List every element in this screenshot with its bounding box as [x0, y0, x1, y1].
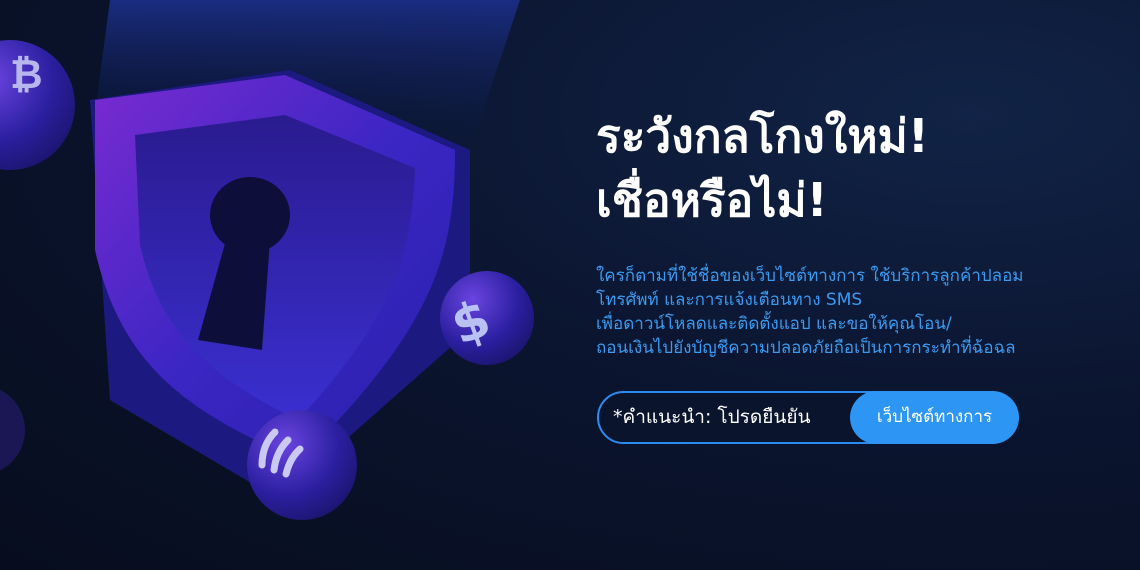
verify-pill: *คำแนะนำ: โปรดยืนยัน เว็บไซต์ทางการ — [597, 391, 1019, 444]
warning-text: ใครก็ตามที่ใช้ชื่อของเว็บไซต์ทางการ ใช้บ… — [596, 264, 1116, 360]
advice-label: *คำแนะนำ: โปรดยืนยัน — [613, 406, 811, 428]
dollar-coin-icon: $ — [440, 271, 534, 365]
warning-line-1: ใครก็ตามที่ใช้ชื่อของเว็บไซต์ทางการ ใช้บ… — [596, 266, 1024, 286]
nfc-coin-icon — [247, 410, 357, 520]
warning-line-3: เพื่อดาวน์โหลดและติดตั้งแอป และขอให้คุณโ… — [596, 314, 952, 334]
headline-line-2: เชื่อหรือไม่! — [596, 173, 828, 227]
svg-text:₿: ₿ — [10, 52, 43, 98]
warning-line-4: ถอนเงินไปยังบัญชีความปลอดภัยถือเป็นการกร… — [596, 338, 1016, 358]
headline: ระวังกลโกงใหม่! เชื่อหรือไม่! — [596, 104, 1116, 232]
headline-line-1: ระวังกลโกงใหม่! — [596, 109, 929, 163]
banner: ₿ $ ระวังกลโกงใหม่! เชื่อหรือไม่! ใครก็ต… — [0, 0, 1140, 570]
official-website-button[interactable]: เว็บไซต์ทางการ — [850, 391, 1019, 444]
warning-line-2: โทรศัพท์ และการแจ้งเตือนทาง SMS — [596, 290, 863, 310]
bitcoin-coin-icon: ₿ — [0, 40, 75, 170]
